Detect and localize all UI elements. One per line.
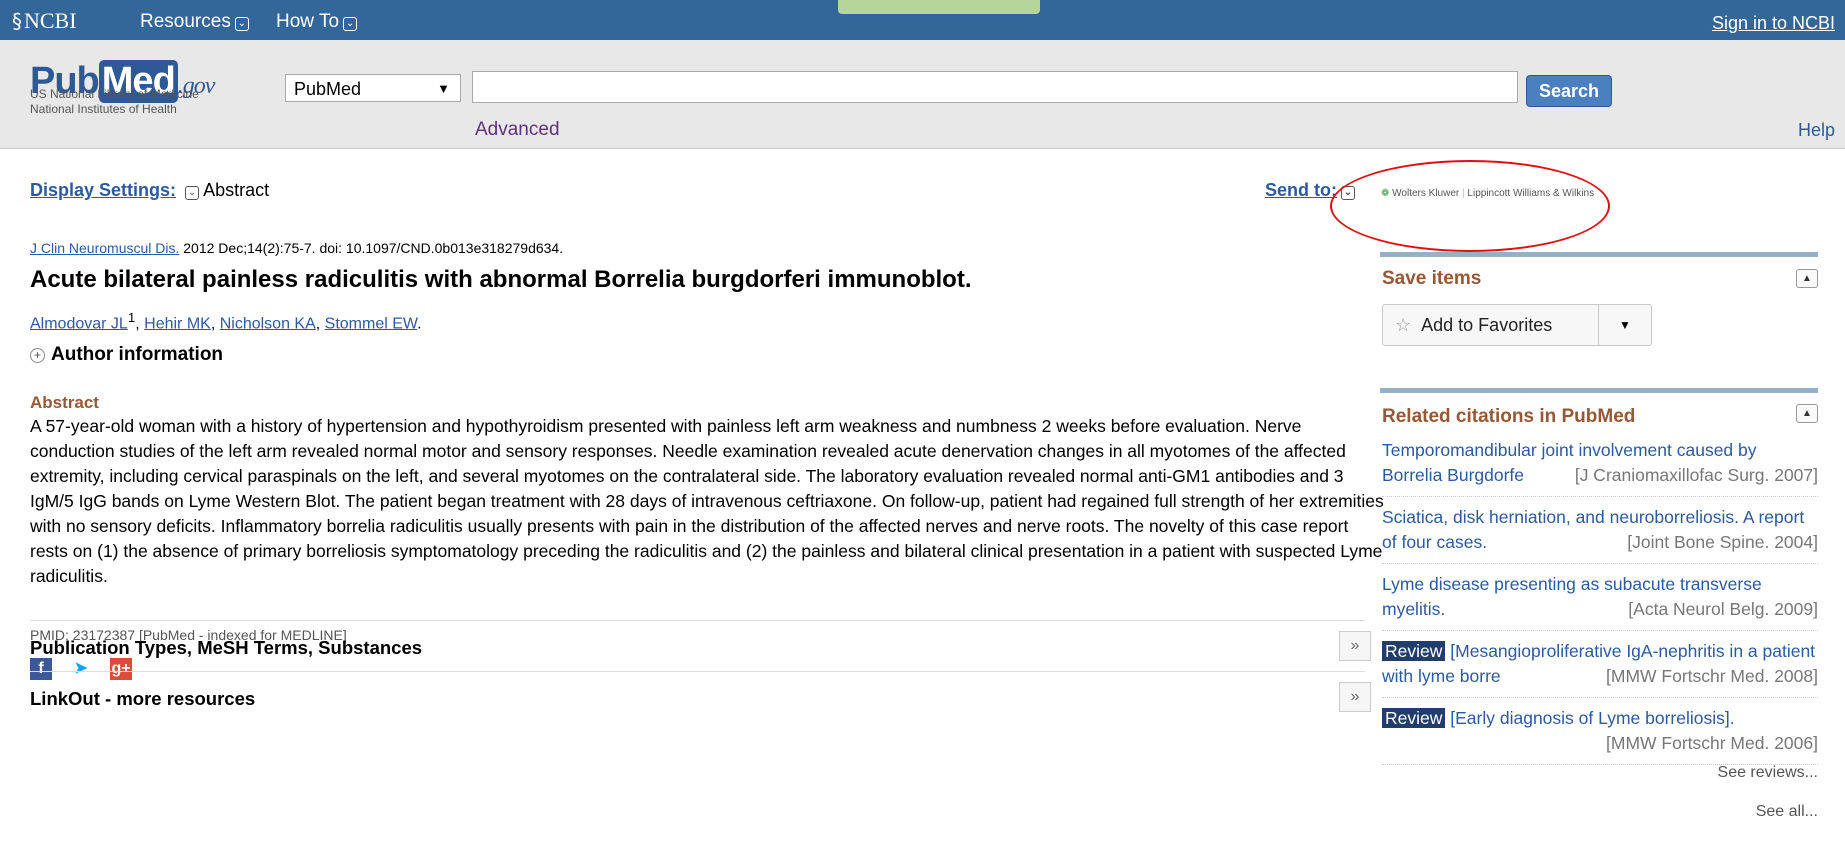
- expand-plus-icon: +: [30, 348, 45, 363]
- publication-types-section[interactable]: Publication Types, MeSH Terms, Substance…: [30, 620, 1371, 673]
- article-title: Acute bilateral painless radiculitis wit…: [30, 266, 972, 293]
- display-mode: Abstract: [203, 180, 270, 200]
- dropdown-arrow-icon: ▼: [437, 81, 450, 96]
- abstract-text: A 57-year-old woman with a history of hy…: [30, 416, 1384, 586]
- advanced-link[interactable]: Advanced: [475, 119, 560, 141]
- save-items-heading: Save items: [1382, 268, 1482, 289]
- review-badge: Review: [1382, 708, 1446, 728]
- display-settings-link[interactable]: Display Settings:: [30, 180, 176, 200]
- search-button[interactable]: Search: [1526, 75, 1612, 107]
- collapse-icon[interactable]: ▲: [1796, 404, 1818, 423]
- list-item[interactable]: Review [Mesangioproliferative IgA-nephri…: [1382, 637, 1818, 698]
- author-link[interactable]: Stommel EW: [325, 315, 417, 332]
- author-link[interactable]: Almodovar JL: [30, 315, 128, 332]
- expand-chevron-icon[interactable]: »: [1339, 682, 1371, 712]
- chevron-down-icon[interactable]: ▼: [1598, 305, 1651, 345]
- list-item[interactable]: Review [Early diagnosis of Lyme borrelio…: [1382, 704, 1818, 765]
- list-item[interactable]: Temporomandibular joint involvement caus…: [1382, 436, 1818, 497]
- display-settings: Display Settings: ⌄ Abstract: [30, 180, 269, 201]
- see-reviews-link[interactable]: See reviews...: [1718, 764, 1818, 782]
- linkout-section[interactable]: LinkOut - more resources »: [30, 671, 1371, 724]
- author-list: Almodovar JL1, Hehir MK, Nicholson KA, S…: [30, 310, 422, 333]
- chevron-down-icon: ⌄: [343, 17, 358, 31]
- author-link[interactable]: Hehir MK: [144, 315, 211, 332]
- list-item[interactable]: Sciatica, disk herniation, and neuroborr…: [1382, 503, 1818, 564]
- collapse-icon[interactable]: ▲: [1796, 269, 1818, 288]
- chevron-down-icon[interactable]: ⌄: [185, 186, 200, 200]
- ncbi-logo-icon: §: [12, 9, 22, 33]
- search-bar: PubMed .gov US National Library of Medici…: [0, 40, 1845, 149]
- resources-menu[interactable]: Resources ⌄: [140, 11, 249, 33]
- review-badge: Review: [1382, 641, 1446, 661]
- chevron-down-icon: ⌄: [234, 17, 249, 31]
- author-link[interactable]: Nicholson KA: [220, 315, 316, 332]
- search-input[interactable]: [472, 71, 1518, 103]
- annotation-circle: [1330, 160, 1610, 252]
- nlm-subtitle: US National Library of Medicine National…: [30, 87, 199, 116]
- journal-link[interactable]: J Clin Neuromuscul Dis.: [30, 240, 179, 256]
- green-tab: [838, 0, 1040, 14]
- see-all-link[interactable]: See all...: [1756, 803, 1818, 821]
- abstract-heading: Abstract: [30, 393, 99, 412]
- database-select[interactable]: PubMed ▼: [285, 74, 461, 102]
- list-item[interactable]: Lyme disease presenting as subacute tran…: [1382, 570, 1818, 631]
- expand-chevron-icon[interactable]: »: [1339, 631, 1371, 661]
- portlet-bar: [1380, 252, 1818, 257]
- ncbi-topbar: §NCBI Resources ⌄ How To ⌄ Sign in to NCBI: [0, 0, 1845, 40]
- citation: J Clin Neuromuscul Dis. 2012 Dec;14(2):7…: [30, 240, 564, 256]
- help-link[interactable]: Help: [1798, 120, 1835, 141]
- star-icon: ☆: [1395, 315, 1412, 335]
- related-citations-list: Temporomandibular joint involvement caus…: [1382, 436, 1818, 771]
- signin-link[interactable]: Sign in to NCBI: [1712, 13, 1835, 34]
- related-citations-heading: Related citations in PubMed: [1382, 406, 1636, 427]
- howto-menu[interactable]: How To ⌄: [276, 11, 358, 33]
- portlet-bar: [1380, 388, 1818, 393]
- ncbi-logo[interactable]: §NCBI: [12, 8, 77, 34]
- author-info-toggle[interactable]: + Author information: [30, 344, 223, 366]
- add-to-favorites-button[interactable]: ☆ Add to Favorites ▼: [1382, 304, 1652, 346]
